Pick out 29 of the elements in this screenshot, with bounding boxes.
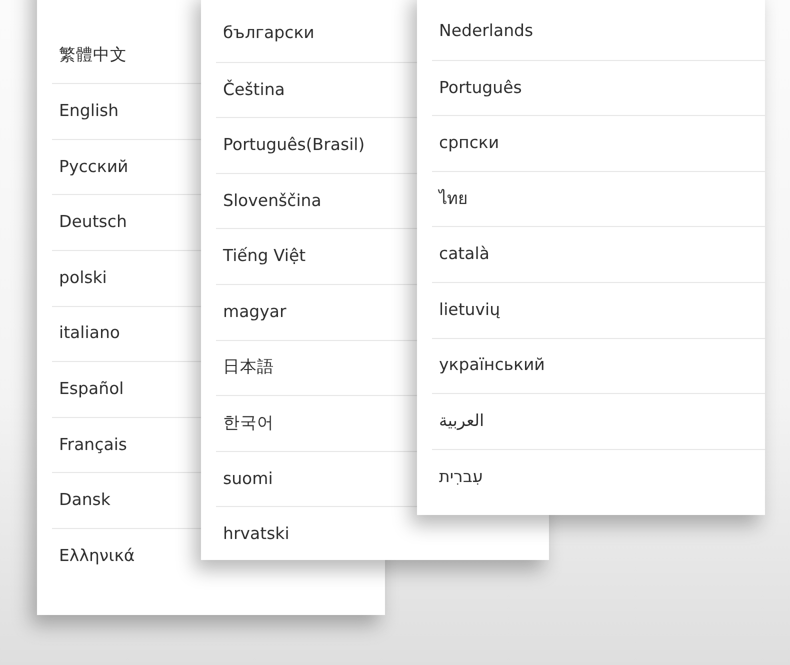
language-option[interactable]: Tiếng Việt [216, 244, 306, 270]
language-option[interactable]: 日本語 [216, 355, 274, 380]
language-option[interactable]: Dansk [52, 488, 110, 514]
language-option[interactable]: català [432, 242, 490, 268]
language-option[interactable]: Slovenščina [216, 188, 322, 214]
language-option[interactable]: italiano [52, 321, 120, 346]
language-option[interactable]: 한국어 [216, 411, 274, 436]
language-option[interactable]: Русский [52, 154, 128, 180]
language-option[interactable]: Ελληνικά [52, 544, 135, 569]
language-option[interactable]: 繁體中文 [52, 43, 127, 68]
language-option[interactable]: Português [432, 76, 522, 100]
language-option[interactable]: Čeština [216, 78, 285, 102]
language-option[interactable]: suomi [216, 466, 273, 492]
language-option[interactable]: український [432, 353, 545, 378]
language-option[interactable]: Deutsch [52, 210, 127, 236]
language-option[interactable]: Español [52, 377, 124, 402]
language-option[interactable]: Français [52, 432, 128, 458]
language-option[interactable]: العربية [432, 409, 484, 434]
language-option[interactable]: hrvatski [216, 522, 290, 548]
language-option[interactable]: magyar [216, 300, 286, 325]
language-option[interactable]: Português(Brasil) [216, 133, 365, 158]
language-option[interactable]: lietuvių [432, 298, 500, 323]
language-option[interactable]: български [216, 21, 314, 46]
language-option[interactable]: polski [52, 266, 107, 291]
language-option[interactable]: English [52, 99, 119, 124]
language-option[interactable]: Nederlands [432, 19, 534, 44]
language-option[interactable]: српски [432, 131, 500, 156]
language-option[interactable]: ไทย [432, 186, 468, 212]
language-option[interactable]: עִברִית [432, 464, 483, 490]
